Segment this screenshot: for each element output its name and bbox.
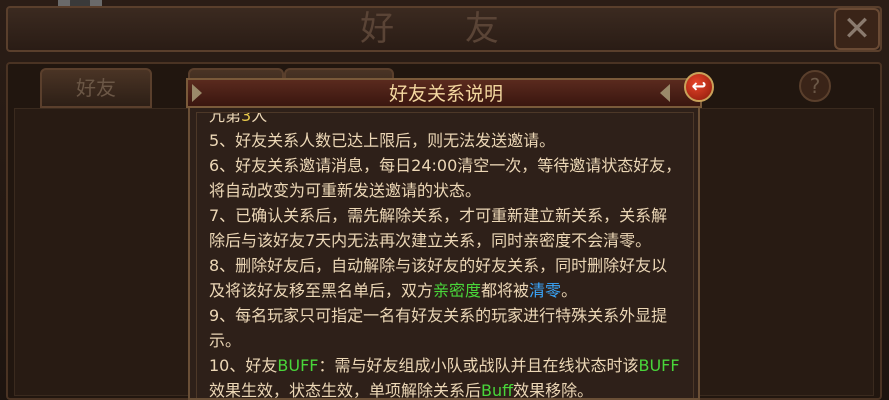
rule-line: 8、删除好友后，自动解除与该好友的好友关系，同时删除好友以 bbox=[209, 253, 693, 278]
rule-text: 都将被 bbox=[481, 281, 530, 300]
friend-rules-dialog: 好友关系说明 ↩ 亢第3人 5、好友关系人数已达上限后，则无法发送邀请。 6、好友关… bbox=[186, 72, 714, 400]
rule-line: 10、好友BUFF：需与好友组成小队或战队并且在线状态时该BUFF bbox=[209, 353, 693, 378]
rule-line: 9、每名玩家只可指定一名有好友关系的玩家进行特殊关系外显提 bbox=[209, 303, 693, 328]
rule-text: 及将该好友移至黑名单后，双方 bbox=[209, 281, 434, 300]
highlight-text: 清零 bbox=[529, 281, 562, 300]
window-title: 好 友 bbox=[360, 9, 529, 49]
rule-line: 示。 bbox=[209, 328, 693, 353]
rule-line: 及将该好友移至黑名单后，双方亲密度都将被清零。 bbox=[209, 278, 693, 303]
rule-text: 7、已确认关系后，需先解除关系，才可重新建立新关系，关系解 bbox=[209, 206, 668, 225]
rule-text: ：需与好友组成小队或战队并且在线状态时该 bbox=[318, 356, 639, 375]
dialog-title: 好友关系说明 bbox=[388, 83, 503, 105]
rule-line: 除后与该好友7天内无法再次建立关系，同时亲密度不会清零。 bbox=[209, 228, 693, 253]
rule-line: 效果生效，状态生效，单项解除关系后Buff效果移除。 bbox=[209, 378, 693, 400]
highlight-text: BUFF bbox=[277, 356, 319, 375]
highlight-text: Buff bbox=[481, 381, 514, 400]
close-button[interactable]: ✕ bbox=[834, 8, 880, 50]
rule-text: 6、好友关系邀请消息，每日24:00清空一次，等待邀请状态好友， bbox=[209, 156, 682, 175]
rule-line: 将自动改变为可重新发送邀请的状态。 bbox=[209, 178, 693, 203]
rules-text: 亢第3人 5、好友关系人数已达上限后，则无法发送邀请。 6、好友关系邀请消息，每日2… bbox=[209, 112, 693, 400]
rule-line: 5、好友关系人数已达上限后，则无法发送邀请。 bbox=[209, 128, 693, 153]
highlight-text: 亲密度 bbox=[433, 281, 482, 300]
tab-friends[interactable]: 好友 bbox=[40, 68, 152, 108]
rule-text: 效果生效，状态生效，单项解除关系后 bbox=[209, 381, 482, 400]
rule-text: 5、好友关系人数已达上限后，则无法发送邀请。 bbox=[209, 131, 556, 150]
rule-text: 亢第 bbox=[209, 112, 242, 125]
dialog-body[interactable]: 亢第3人 5、好友关系人数已达上限后，则无法发送邀请。 6、好友关系邀请消息，每日2… bbox=[188, 108, 700, 400]
rule-text: 8、删除好友后，自动解除与该好友的好友关系，同时删除好友以 bbox=[209, 256, 668, 275]
highlight-text: 3 bbox=[241, 112, 252, 125]
rule-line: 7、已确认关系后，需先解除关系，才可重新建立新关系，关系解 bbox=[209, 203, 693, 228]
rule-text: 示。 bbox=[209, 331, 242, 350]
rule-line: 亢第3人 bbox=[209, 112, 693, 128]
rule-text: 除后与该好友7天内无法再次建立关系，同时亲密度不会清零。 bbox=[209, 231, 652, 250]
rule-text: 人 bbox=[251, 112, 268, 125]
rule-text: 。 bbox=[561, 281, 578, 300]
help-icon[interactable]: ? bbox=[799, 70, 831, 102]
rule-text: 效果移除。 bbox=[513, 381, 594, 400]
rule-text: 将自动改变为可重新发送邀请的状态。 bbox=[209, 181, 482, 200]
return-icon[interactable]: ↩ bbox=[684, 72, 714, 102]
rule-line: 6、好友关系邀请消息，每日24:00清空一次，等待邀请状态好友， bbox=[209, 153, 693, 178]
rule-text: 9、每名玩家只可指定一名有好友关系的玩家进行特殊关系外显提 bbox=[209, 306, 668, 325]
rule-text: 10、好友 bbox=[209, 356, 278, 375]
scroll-area[interactable]: 亢第3人 5、好友关系人数已达上限后，则无法发送邀请。 6、好友关系邀请消息，每日2… bbox=[196, 112, 694, 400]
highlight-text: BUFF bbox=[638, 356, 680, 375]
dialog-header: 好友关系说明 bbox=[186, 78, 702, 108]
